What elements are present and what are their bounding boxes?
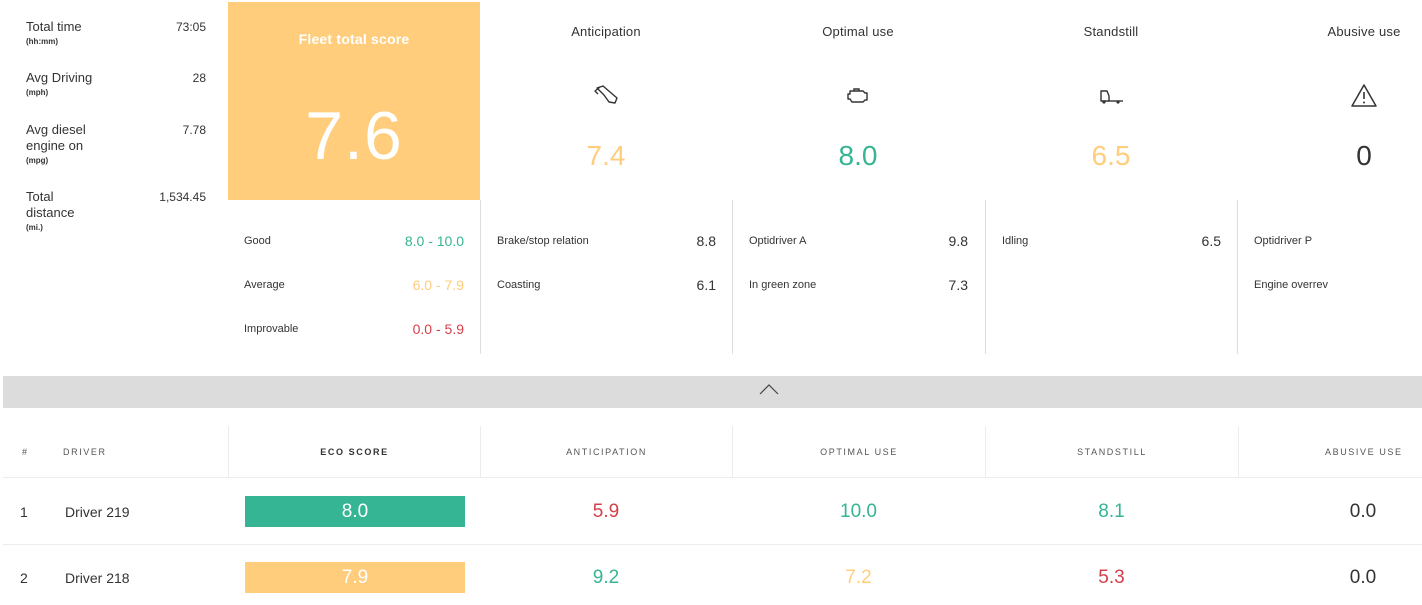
detail-label: Engine overrev: [1254, 279, 1328, 291]
fleet-score-card: Fleet total score 7.6: [228, 2, 480, 200]
row-eco-score-bar: 7.9: [245, 562, 465, 593]
category-score: 7.4: [586, 140, 626, 171]
stat-avg-driving: Avg Driving (mph) 28: [26, 70, 206, 97]
fleet-stats: Total time (hh:mm) 73:05 Avg Driving (mp…: [0, 0, 228, 376]
column-header-driver[interactable]: DRIVER: [63, 426, 107, 478]
legend-good: Good 8.0 - 10.0: [244, 233, 464, 251]
fleet-score-value: 7.6: [305, 98, 403, 174]
detail-value: 9.8: [948, 233, 968, 249]
detail-row: Idling 6.5: [1002, 233, 1221, 251]
legend-improvable: Improvable 0.0 - 5.9: [244, 321, 464, 339]
category-name: Optimal use: [822, 24, 894, 39]
stat-value: 7.78: [182, 123, 206, 137]
stat-label: Avg diesel engine on: [26, 122, 86, 153]
anticipation-details: Brake/stop relation 8.8 Coasting 6.1: [480, 200, 732, 354]
category-standstill[interactable]: Standstill 6.5: [985, 0, 1237, 200]
row-index: 1: [20, 504, 28, 520]
detail-row: Coasting 6.1: [497, 277, 716, 295]
detail-label: Brake/stop relation: [497, 235, 589, 247]
category-name: Standstill: [1083, 24, 1139, 39]
row-anticipation: 5.9: [592, 501, 620, 522]
detail-row: Optidriver A 9.8: [749, 233, 968, 251]
stat-unit: (hh:mm): [26, 37, 58, 46]
row-optimal-use: 7.2: [845, 567, 872, 588]
legend-label: Good: [244, 235, 271, 247]
stat-value: 28: [192, 71, 206, 85]
standstill-details: Idling 6.5: [985, 200, 1237, 354]
row-index: 2: [20, 570, 28, 586]
row-standstill: 5.3: [1098, 567, 1125, 588]
category-optimal-use[interactable]: Optimal use 8.0: [732, 0, 984, 200]
column-header-optimal-use[interactable]: OPTIMAL USE: [732, 426, 985, 478]
stat-label: Avg Driving: [26, 70, 93, 85]
column-header-index: #: [22, 447, 29, 457]
detail-value: 7.3: [948, 277, 968, 293]
legend-range: 0.0 - 5.9: [412, 321, 464, 337]
fleet-score-title: Fleet total score: [298, 31, 410, 47]
row-driver-name[interactable]: Driver 219: [65, 479, 130, 545]
optimal-use-details: Optidriver A 9.8 In green zone 7.3: [732, 200, 984, 354]
legend-range: 6.0 - 7.9: [412, 277, 464, 293]
legend-label: Improvable: [244, 323, 299, 335]
detail-label: In green zone: [749, 279, 817, 291]
stat-label: Total distance: [26, 189, 75, 220]
collapse-summary-bar[interactable]: [3, 376, 1422, 408]
abusive-use-details: Optidriver P Engine overrev: [1237, 200, 1422, 354]
detail-value: 6.5: [1201, 233, 1221, 249]
category-score: 0: [1356, 140, 1372, 171]
stat-avg-diesel: Avg diesel engine on (mpg) 7.78: [26, 122, 206, 165]
stat-unit: (mpg): [26, 156, 49, 165]
legend-range: 8.0 - 10.0: [404, 233, 464, 249]
row-driver-name[interactable]: Driver 218: [65, 545, 130, 605]
foot-pedal-icon: [594, 85, 618, 104]
category-abusive-use[interactable]: Abusive use 0: [1238, 0, 1422, 200]
stat-value: 1,534.45: [159, 190, 206, 204]
row-abusive-use: 0.0: [1349, 567, 1377, 588]
category-score: 8.0: [838, 140, 878, 171]
engine-icon: [847, 88, 868, 103]
warning-icon: [1351, 84, 1377, 107]
category-name: Anticipation: [571, 24, 641, 39]
table-row[interactable]: 1 Driver 219 8.0 5.9 10.0 8.1 0.0: [3, 479, 1422, 545]
stat-label: Total time: [26, 19, 82, 34]
legend-label: Average: [244, 279, 285, 291]
stat-unit: (mi.): [26, 223, 43, 232]
idle-truck-icon: [1100, 90, 1123, 104]
detail-row: Optidriver P: [1254, 233, 1406, 251]
detail-value: 8.8: [696, 233, 716, 249]
row-abusive-use: 0.0: [1349, 501, 1377, 522]
table-row[interactable]: 2 Driver 218 7.9 9.2 7.2 5.3 0.0: [3, 545, 1422, 605]
driver-table-header: # DRIVER ECO SCORE ANTICIPATION OPTIMAL …: [3, 426, 1422, 478]
detail-label: Optidriver P: [1254, 235, 1313, 247]
stat-total-time: Total time (hh:mm) 73:05: [26, 19, 206, 46]
row-optimal-use: 10.0: [840, 501, 877, 522]
stat-value: 73:05: [175, 20, 206, 34]
column-header-standstill[interactable]: STANDSTILL: [985, 426, 1238, 478]
column-header-anticipation[interactable]: ANTICIPATION: [480, 426, 732, 478]
detail-label: Idling: [1002, 235, 1029, 247]
detail-value: 6.1: [696, 277, 716, 293]
category-score: 6.5: [1091, 140, 1131, 171]
detail-label: Coasting: [497, 279, 541, 291]
stat-unit: (mph): [26, 88, 49, 97]
category-anticipation[interactable]: Anticipation 7.4: [480, 0, 732, 200]
score-legend: Good 8.0 - 10.0 Average 6.0 - 7.9 Improv…: [228, 200, 480, 354]
detail-row: In green zone 7.3: [749, 277, 968, 295]
row-anticipation: 9.2: [592, 567, 620, 588]
column-header-abusive-use[interactable]: ABUSIVE USE: [1238, 426, 1422, 478]
row-standstill: 8.1: [1098, 501, 1125, 522]
column-header-eco-score[interactable]: ECO SCORE: [228, 426, 480, 478]
detail-label: Optidriver A: [749, 235, 807, 247]
stat-total-distance: Total distance (mi.) 1,534.45: [26, 189, 206, 232]
detail-row: Engine overrev: [1254, 277, 1406, 295]
category-name: Abusive use: [1327, 24, 1401, 39]
legend-average: Average 6.0 - 7.9: [244, 277, 464, 295]
row-eco-score-bar: 8.0: [245, 496, 465, 527]
chevron-up-icon[interactable]: [759, 382, 779, 396]
detail-row: Brake/stop relation 8.8: [497, 233, 716, 251]
